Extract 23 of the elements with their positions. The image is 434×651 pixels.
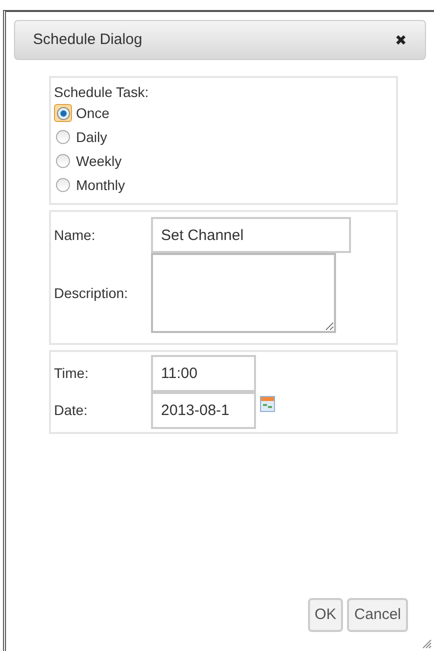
option-label: Once <box>76 104 110 122</box>
name-label: Name: <box>54 226 96 244</box>
cancel-button[interactable]: Cancel <box>347 598 408 632</box>
radio-button[interactable] <box>54 152 72 170</box>
option-label: Daily <box>76 128 108 147</box>
option-label: Monthly <box>76 176 126 195</box>
close-button[interactable]: ✖ <box>395 30 407 50</box>
description-field[interactable] <box>151 253 336 333</box>
time-label: Time: <box>54 364 90 383</box>
ok-button[interactable]: OK <box>308 598 344 632</box>
date-field[interactable]: 2013-08-1 <box>151 392 256 429</box>
window-title: Schedule Dialog <box>33 30 142 50</box>
resize-grip-icon[interactable] <box>422 639 432 649</box>
radio-button[interactable] <box>54 104 72 122</box>
schedule-label: Schedule Task: <box>54 83 150 101</box>
option-label: Weekly <box>76 152 122 171</box>
time-field[interactable]: 11:00 <box>151 355 256 392</box>
name-field[interactable]: Set Channel <box>151 217 351 253</box>
radio-button[interactable] <box>54 128 72 146</box>
calendar-icon[interactable] <box>260 396 275 412</box>
date-label: Date: <box>54 401 88 420</box>
description-label: Description: <box>54 284 129 303</box>
radio-button[interactable] <box>54 176 72 194</box>
